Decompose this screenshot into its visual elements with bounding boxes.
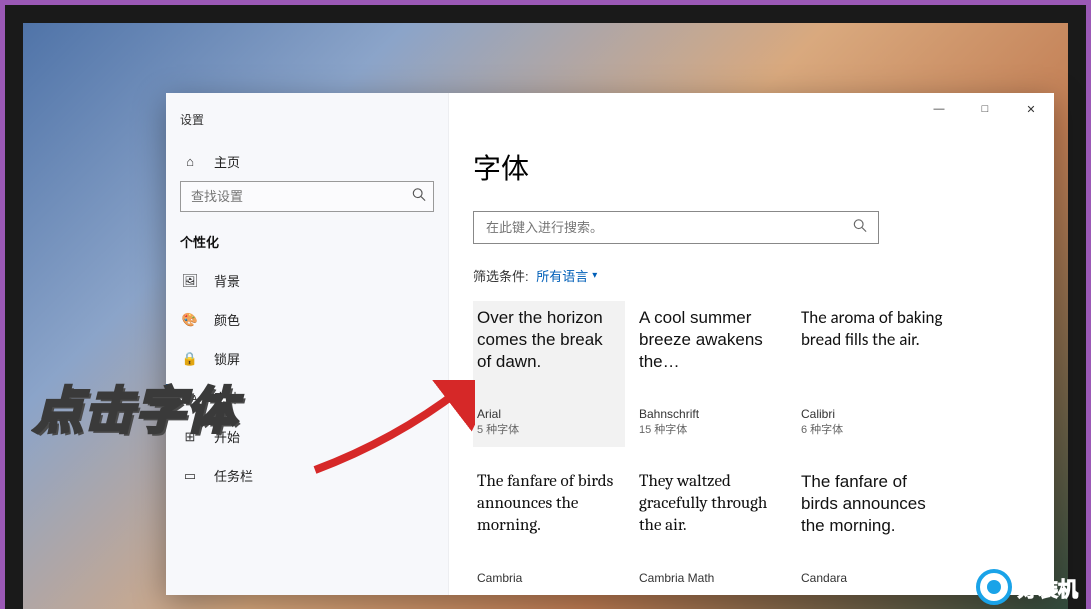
watermark: 好装机 — [976, 569, 1078, 605]
watermark-logo-icon — [976, 569, 1012, 605]
font-card-calibri[interactable]: The aroma of baking bread fills the air.… — [797, 301, 949, 447]
font-count: 6 种字体 — [801, 421, 945, 437]
settings-window: 设置 ⌂ 主页 个性化 🖼 背景 🎨 — [166, 93, 1054, 595]
font-card-bahnschrift[interactable]: A cool summer breeze awakens the… Bahnsc… — [635, 301, 787, 447]
sidebar-search — [180, 181, 434, 212]
filter-dropdown[interactable]: 所有语言 ▾ — [536, 266, 597, 285]
sidebar-item-background[interactable]: 🖼 背景 — [166, 261, 448, 300]
filter-label: 筛选条件: — [473, 266, 529, 285]
sidebar-item-label: 背景 — [214, 271, 240, 290]
font-name: Arial — [477, 407, 621, 421]
search-icon — [412, 187, 426, 206]
font-sample: The fanfare of birds announces the morni… — [801, 471, 945, 563]
font-search — [473, 211, 1034, 244]
sidebar-home[interactable]: ⌂ 主页 — [166, 142, 448, 181]
app-title: 设置 — [166, 111, 448, 142]
sidebar-item-colors[interactable]: 🎨 颜色 — [166, 300, 448, 339]
font-count: 15 种字体 — [639, 421, 783, 437]
palette-icon: 🎨 — [180, 312, 200, 328]
font-name: Candara — [801, 571, 945, 585]
close-button[interactable]: ✕ — [1008, 93, 1054, 125]
font-sample: They waltzed gracefully through the air. — [639, 471, 783, 563]
filter-value: 所有语言 — [536, 266, 588, 285]
sidebar-home-label: 主页 — [214, 152, 240, 171]
main-content: — □ ✕ 字体 筛选条件: 所有语言 ▾ — [449, 93, 1054, 595]
font-card-candara[interactable]: The fanfare of birds announces the morni… — [797, 465, 949, 595]
font-name: Cambria Math — [639, 571, 783, 585]
home-icon: ⌂ — [180, 154, 200, 169]
font-name: Calibri — [801, 407, 945, 421]
font-search-input[interactable] — [473, 211, 879, 244]
sidebar: 设置 ⌂ 主页 个性化 🖼 背景 🎨 — [166, 93, 449, 595]
font-sample: The fanfare of birds announces the morni… — [477, 471, 621, 563]
sidebar-category: 个性化 — [166, 218, 448, 261]
window-controls: — □ ✕ — [916, 93, 1054, 125]
font-sample: A cool summer breeze awakens the… — [639, 307, 783, 399]
font-card-cambria-math[interactable]: They waltzed gracefully through the air.… — [635, 465, 787, 595]
font-name: Bahnschrift — [639, 407, 783, 421]
font-name: Cambria — [477, 571, 621, 585]
overlay-caption: 点击字体 — [33, 371, 237, 443]
font-card-cambria[interactable]: The fanfare of birds announces the morni… — [473, 465, 625, 595]
sidebar-item-label: 锁屏 — [214, 349, 240, 368]
font-grid: Over the horizon comes the break of dawn… — [473, 301, 1034, 595]
sidebar-item-label: 颜色 — [214, 310, 240, 329]
maximize-button[interactable]: □ — [962, 93, 1008, 125]
arrow-icon — [295, 380, 475, 480]
search-icon — [853, 218, 867, 237]
watermark-text: 好装机 — [1018, 573, 1078, 602]
page-title: 字体 — [473, 147, 1034, 187]
minimize-button[interactable]: — — [916, 93, 962, 125]
font-sample: Over the horizon comes the break of dawn… — [477, 307, 621, 399]
filter-row: 筛选条件: 所有语言 ▾ — [473, 266, 1034, 285]
taskbar-icon: ▭ — [180, 468, 200, 484]
sidebar-search-input[interactable] — [180, 181, 434, 212]
sidebar-item-label: 任务栏 — [214, 466, 253, 485]
font-card-arial[interactable]: Over the horizon comes the break of dawn… — [473, 301, 625, 447]
font-count: 5 种字体 — [477, 421, 621, 437]
picture-icon: 🖼 — [180, 273, 200, 289]
font-sample: The aroma of baking bread fills the air. — [801, 307, 945, 399]
lock-icon: 🔒 — [180, 351, 200, 367]
chevron-down-icon: ▾ — [592, 270, 597, 281]
